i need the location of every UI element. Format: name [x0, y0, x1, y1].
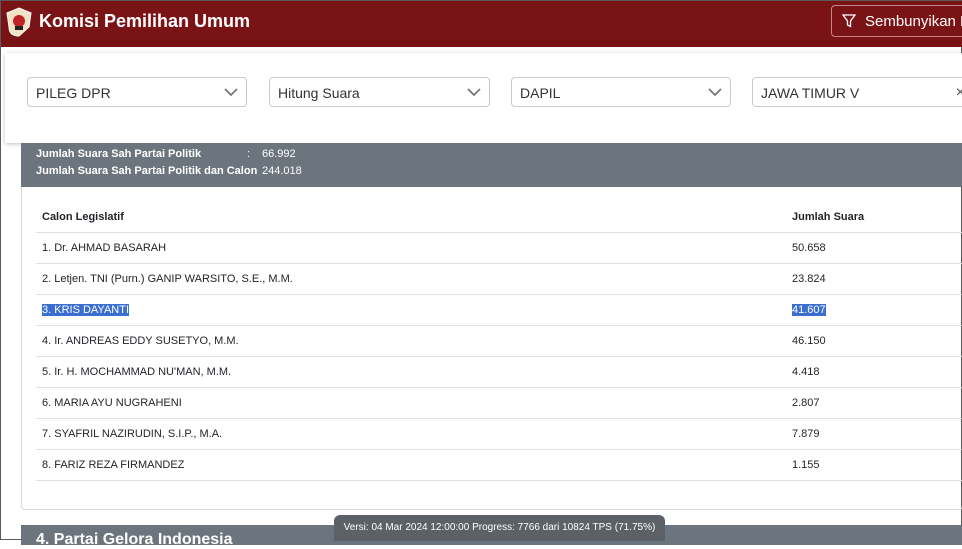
candidate-votes: 2.807 [786, 387, 962, 419]
candidate-votes: 50.658 [786, 232, 962, 264]
candidate-name: 6. MARIA AYU NUGRAHENI [36, 387, 786, 419]
candidate-votes: 1.155 [786, 449, 962, 481]
app-title[interactable]: Komisi Pemilihan Umum [39, 11, 250, 32]
kpu-logo-icon[interactable] [6, 7, 32, 37]
table-row-selected[interactable]: 3. KRIS DAYANTI 41.607 [36, 294, 962, 326]
filter-icon [842, 14, 856, 28]
candidate-name: 2. Letjen. TNI (Purn.) GANIP WARSITO, S.… [36, 263, 786, 295]
candidate-votes: 7.879 [786, 418, 962, 450]
area-select[interactable]: JAWA TIMUR V × [752, 77, 962, 107]
candidate-votes: 41.607 [786, 294, 962, 326]
election-type-select[interactable]: PILEG DPR [27, 77, 247, 107]
candidate-name-text: 4. Ir. ANDREAS EDDY SUSETYO, M.M. [42, 335, 239, 347]
column-header-votes: Jumlah Suara [786, 202, 962, 233]
candidate-name: 3. KRIS DAYANTI [36, 294, 786, 326]
area-level-select[interactable]: DAPIL [511, 77, 731, 107]
top-navbar: Komisi Pemilihan Umum Sembunyikan Fi [1, 1, 962, 47]
vote-summary: Jumlah Suara Sah Partai Politik:66.992 J… [21, 143, 962, 187]
clear-icon[interactable]: × [956, 84, 962, 102]
chevron-down-icon [224, 88, 238, 97]
candidate-votes-text: 1.155 [792, 459, 820, 471]
party-valid-votes-label: Jumlah Suara Sah Partai Politik [36, 148, 202, 160]
candidate-votes: 4.418 [786, 356, 962, 388]
candidate-votes-text: 41.607 [792, 304, 826, 316]
hide-filter-label: Sembunyikan Fi [865, 13, 962, 30]
table-row[interactable]: 7. SYAFRIL NAZIRUDIN, S.I.P., M.A. 7.879 [36, 418, 962, 450]
area-level-value: DAPIL [520, 85, 561, 101]
candidate-name-text: 7. SYAFRIL NAZIRUDIN, S.I.P., M.A. [42, 428, 223, 440]
candidate-name: 1. Dr. AHMAD BASARAH [36, 232, 786, 264]
party-valid-votes: Jumlah Suara Sah Partai Politik:66.992 [36, 148, 296, 160]
candidate-votes-text: 23.824 [792, 273, 826, 285]
candidate-name: 8. FARIZ REZA FIRMANDEZ [36, 449, 786, 481]
table-header-row: Calon Legislatif Jumlah Suara [36, 202, 962, 233]
total-valid-votes: Jumlah Suara Sah Partai Politik dan Calo… [36, 165, 302, 177]
table-row[interactable]: 1. Dr. AHMAD BASARAH 50.658 [36, 232, 962, 264]
table-row[interactable]: 2. Letjen. TNI (Purn.) GANIP WARSITO, S.… [36, 263, 962, 295]
total-valid-votes-label: Jumlah Suara Sah Partai Politik dan Calo… [36, 165, 258, 177]
area-value: JAWA TIMUR V [761, 85, 860, 101]
table-row[interactable]: 8. FARIZ REZA FIRMANDEZ 1.155 [36, 449, 962, 481]
party-valid-votes-value: 66.992 [262, 148, 296, 160]
separator: : [247, 165, 251, 177]
next-party-title: 4. Partai Gelora Indonesia [36, 531, 233, 548]
table-row[interactable]: 6. MARIA AYU NUGRAHENI 2.807 [36, 387, 962, 419]
candidate-votes-text: 2.807 [792, 397, 820, 409]
candidate-name: 5. Ir. H. MOCHAMMAD NU'MAN, M.M. [36, 356, 786, 388]
version-progress-badge: Versi: 04 Mar 2024 12:00:00 Progress: 77… [334, 515, 665, 541]
candidate-votes-text: 46.150 [792, 335, 826, 347]
candidate-votes: 46.150 [786, 325, 962, 357]
candidate-card: Calon Legislatif Jumlah Suara 1. Dr. AHM… [21, 187, 962, 510]
separator: : [247, 148, 251, 160]
candidate-votes-text: 50.658 [792, 242, 826, 254]
column-header-candidate: Calon Legislatif [36, 202, 786, 233]
filter-panel: PILEG DPR Hitung Suara DAPIL JAWA TIMUR … [5, 53, 962, 143]
chevron-down-icon [467, 88, 481, 97]
table-row[interactable]: 5. Ir. H. MOCHAMMAD NU'MAN, M.M. 4.418 [36, 356, 962, 388]
view-mode-value: Hitung Suara [278, 85, 360, 101]
candidate-name-text: 8. FARIZ REZA FIRMANDEZ [42, 459, 185, 471]
candidate-votes-text: 7.879 [792, 428, 820, 440]
candidate-name-text: 5. Ir. H. MOCHAMMAD NU'MAN, M.M. [42, 366, 232, 378]
candidate-name: 7. SYAFRIL NAZIRUDIN, S.I.P., M.A. [36, 418, 786, 450]
candidate-name: 4. Ir. ANDREAS EDDY SUSETYO, M.M. [36, 325, 786, 357]
election-type-value: PILEG DPR [36, 85, 111, 101]
hide-filter-button[interactable]: Sembunyikan Fi [831, 5, 962, 37]
candidate-name-text: 3. KRIS DAYANTI [42, 304, 130, 316]
candidate-name-text: 1. Dr. AHMAD BASARAH [42, 242, 167, 254]
table-row[interactable]: 4. Ir. ANDREAS EDDY SUSETYO, M.M. 46.150 [36, 325, 962, 357]
candidate-table: Calon Legislatif Jumlah Suara 1. Dr. AHM… [36, 202, 962, 481]
candidate-name-text: 2. Letjen. TNI (Purn.) GANIP WARSITO, S.… [42, 273, 293, 285]
chevron-down-icon [708, 88, 722, 97]
candidate-votes-text: 4.418 [792, 366, 820, 378]
view-mode-select[interactable]: Hitung Suara [269, 77, 490, 107]
candidate-votes: 23.824 [786, 263, 962, 295]
total-valid-votes-value: 244.018 [262, 165, 302, 177]
candidate-name-text: 6. MARIA AYU NUGRAHENI [42, 397, 182, 409]
